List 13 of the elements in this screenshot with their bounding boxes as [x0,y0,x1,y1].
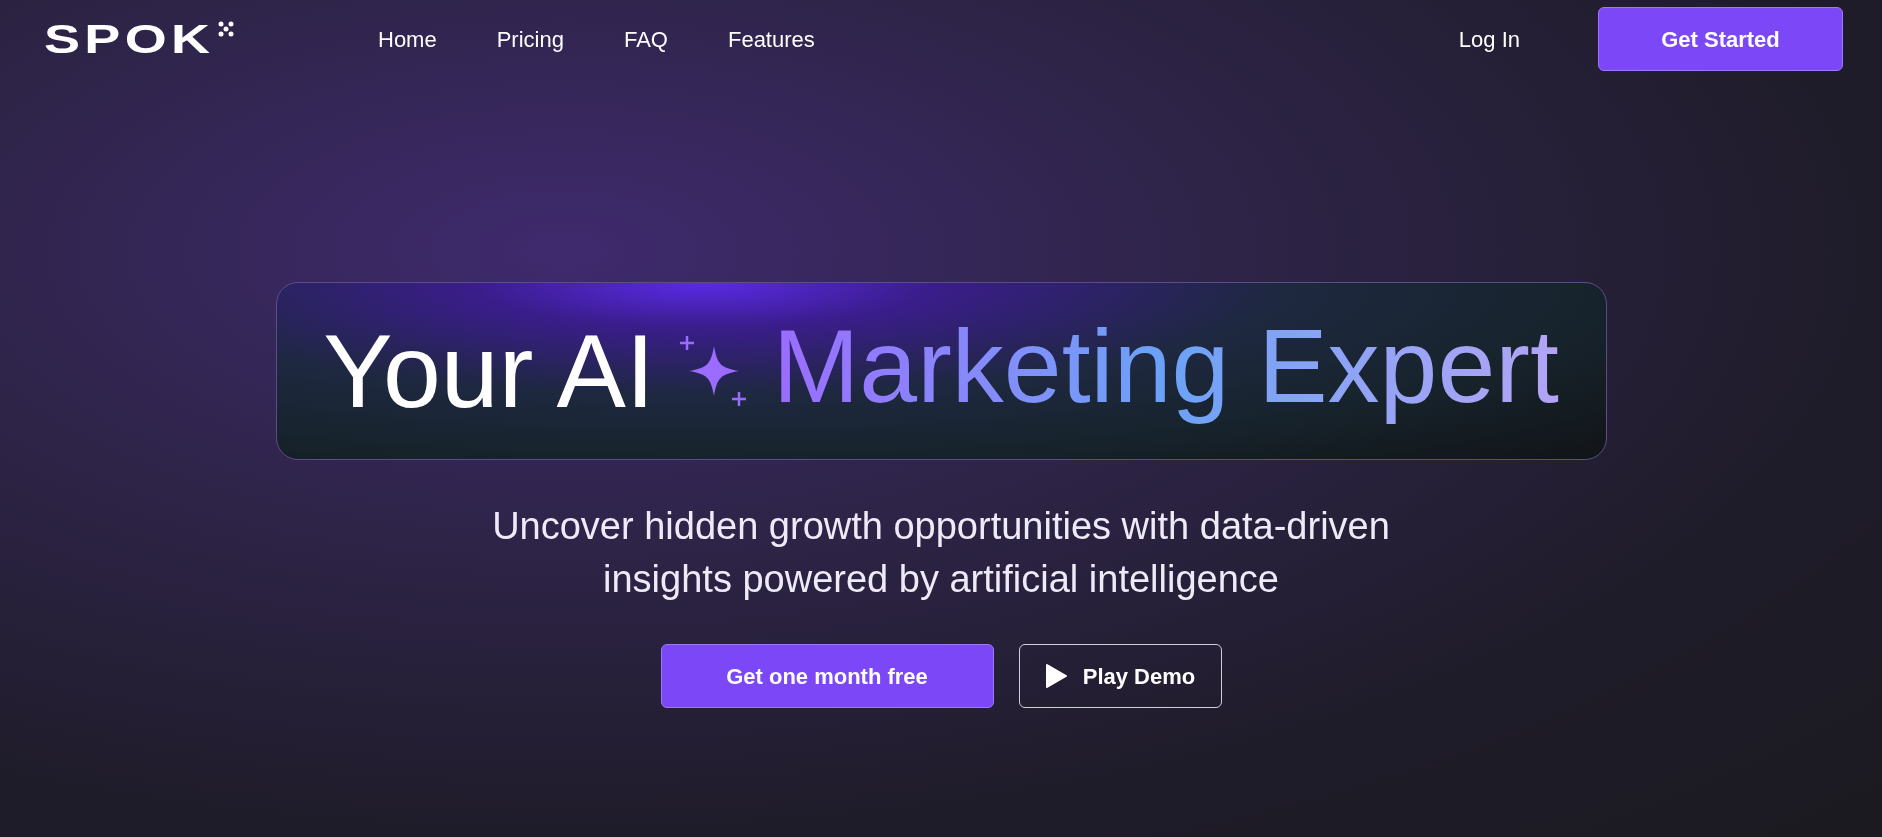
play-icon [1044,664,1067,689]
nav-link[interactable]: Home [378,22,437,56]
logo-mark-icon [218,21,235,37]
nav-link[interactable]: Features [727,22,815,56]
get-started-button[interactable]: Get Started [1598,7,1843,71]
subtitle: Uncover hidden growth opportunities with data-driven insights powered by artificial intelligence [491,504,1391,603]
nav-link[interactable]: FAQ [623,22,668,56]
free-trial-button[interactable]: Get one month free [660,644,994,709]
headline-text: Your AI [323,319,655,423]
logo[interactable]: SPOK [44,19,215,59]
nav-link[interactable]: Pricing [496,22,564,56]
play-demo-button[interactable]: Play Demo [1018,644,1222,709]
login-link[interactable]: Log In [1458,22,1520,56]
